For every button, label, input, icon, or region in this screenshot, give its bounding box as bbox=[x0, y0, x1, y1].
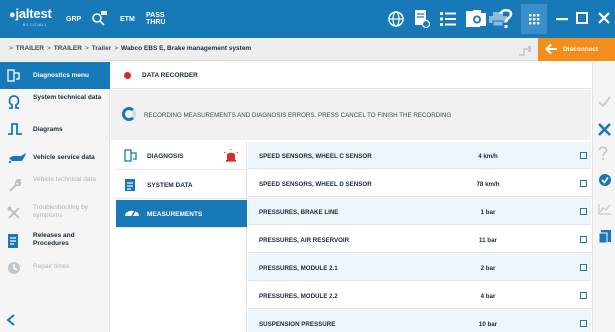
oil-can-icon bbox=[7, 152, 27, 164]
connection-plug-icon bbox=[518, 43, 532, 57]
pass-thru-button[interactable]: PASS THRU bbox=[146, 12, 165, 26]
breadcrumb-item[interactable]: TRAILER bbox=[54, 45, 82, 52]
select-checkbox[interactable] bbox=[580, 152, 587, 159]
vehicle-search-icon[interactable] bbox=[90, 10, 108, 26]
document-icon bbox=[124, 178, 136, 192]
diagnosis-icon bbox=[124, 149, 138, 162]
table-row: PRESSURES, AIR RESERVOIR 11 bar bbox=[248, 226, 591, 253]
clock-check-icon[interactable] bbox=[598, 173, 612, 187]
right-toolbar bbox=[592, 62, 615, 332]
select-checkbox[interactable] bbox=[580, 180, 587, 187]
category-diagnosis[interactable]: DIAGNOSIS bbox=[116, 142, 247, 170]
breadcrumb-current: Wabco EBS E, Brake management system bbox=[121, 45, 252, 52]
table-row: SPEED SENSORS, WHEEL C SENSOR 4 km/h bbox=[248, 142, 591, 169]
repair-time-icon bbox=[7, 261, 21, 275]
select-checkbox[interactable] bbox=[580, 292, 587, 299]
report-icon[interactable] bbox=[414, 9, 430, 29]
grp-mode-button[interactable]: GRP bbox=[66, 16, 81, 23]
table-row: SPEED SENSORS, WHEEL D SENSOR 78 km/h bbox=[248, 170, 591, 197]
minimize-icon[interactable] bbox=[556, 18, 568, 21]
apps-grid-button[interactable] bbox=[521, 4, 547, 34]
select-checkbox[interactable] bbox=[580, 264, 587, 271]
table-row: PRESSURES, BRAKE LINE 1 bar bbox=[248, 198, 591, 225]
photo-capture-icon[interactable] bbox=[467, 9, 487, 27]
tools-icon bbox=[7, 206, 21, 220]
gauge-icon bbox=[124, 207, 140, 217]
select-checkbox[interactable] bbox=[580, 208, 587, 215]
table-row: PRESSURES, MODULE 2.1 2 bar bbox=[248, 254, 591, 281]
omega-icon bbox=[7, 95, 21, 109]
select-checkbox[interactable] bbox=[580, 320, 587, 327]
globe-icon[interactable] bbox=[388, 11, 404, 27]
category-system-data[interactable]: SYSTEM DATA bbox=[116, 171, 247, 199]
diagram-icon bbox=[7, 122, 23, 136]
disconnect-button[interactable]: Disconnect bbox=[538, 38, 615, 61]
breadcrumb-item[interactable]: TRAILER bbox=[16, 45, 44, 52]
breadcrumb-item[interactable]: Trailer bbox=[92, 45, 112, 52]
sidebar: Diagnostics menu System technical data D… bbox=[0, 62, 110, 332]
page-title: DATA RECORDER bbox=[142, 72, 198, 79]
measurement-table: SPEED SENSORS, WHEEL C SENSOR 4 km/h SPE… bbox=[248, 142, 591, 332]
wrench-icon bbox=[7, 178, 21, 192]
loading-spinner-icon bbox=[122, 107, 136, 121]
category-list: DIAGNOSIS SYSTEM DATA MEASUREMENTS bbox=[116, 142, 247, 332]
export-document-icon[interactable] bbox=[598, 229, 612, 244]
recorder-header: DATA RECORDER bbox=[111, 62, 591, 89]
alarm-icon bbox=[224, 149, 238, 162]
confirm-check-icon[interactable] bbox=[598, 96, 611, 107]
line-chart-icon[interactable] bbox=[598, 203, 612, 215]
maximize-icon[interactable] bbox=[576, 12, 588, 24]
record-indicator bbox=[124, 72, 131, 79]
arrow-left-icon bbox=[545, 43, 558, 55]
close-window-icon[interactable] bbox=[598, 12, 610, 24]
etm-mode-button[interactable]: ETM bbox=[120, 16, 135, 23]
table-row: PRESSURES, MODULE 2.2 4 bar bbox=[248, 282, 591, 309]
table-row: SUSPENSION PRESSURE 10 bar bbox=[248, 310, 591, 332]
recording-status: RECORDING MEASUREMENTS AND DIAGNOSIS ERR… bbox=[111, 90, 591, 140]
sidebar-item-diagnostics-menu[interactable]: Diagnostics menu bbox=[0, 62, 110, 89]
list-icon[interactable] bbox=[440, 11, 456, 27]
category-measurements[interactable]: MEASUREMENTS bbox=[116, 200, 247, 228]
select-checkbox[interactable] bbox=[580, 236, 587, 243]
breadcrumb: > TRAILER > TRAILER > Trailer > Wabco EBS E, Br… bbox=[9, 45, 252, 52]
cancel-x-icon[interactable] bbox=[598, 123, 611, 136]
question-icon[interactable] bbox=[598, 146, 608, 161]
jaltest-logo: ●jaltest BY COJALI bbox=[9, 6, 52, 27]
help-icon[interactable] bbox=[499, 8, 513, 30]
procedures-icon bbox=[7, 233, 21, 249]
diagnostics-icon bbox=[7, 69, 21, 82]
status-message: RECORDING MEASUREMENTS AND DIAGNOSIS ERR… bbox=[144, 112, 452, 119]
collapse-sidebar-icon[interactable] bbox=[6, 314, 16, 326]
